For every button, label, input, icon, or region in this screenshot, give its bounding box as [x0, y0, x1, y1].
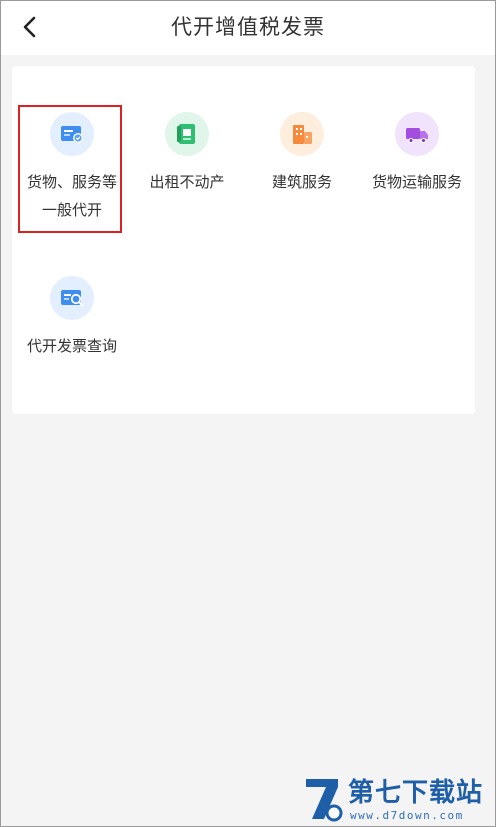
building-icon: [293, 125, 312, 144]
icon-badge: [50, 276, 94, 320]
service-general-invoice[interactable]: 货物、服务等一般代开: [16, 102, 128, 224]
service-invoice-query[interactable]: 代开发票查询: [16, 266, 128, 360]
service-label: 货物运输服务: [371, 173, 462, 191]
service-freight[interactable]: 货物运输服务: [361, 102, 473, 196]
icon-badge: [165, 112, 209, 156]
icon-badge: [280, 112, 324, 156]
watermark-title: 第七下载站: [348, 778, 484, 808]
service-label: 货物、服务等一般代开: [26, 173, 117, 219]
top-bar: 代开增值税发票: [1, 1, 495, 55]
icon-badge: [50, 112, 94, 156]
service-label: 建筑服务: [271, 173, 332, 191]
invoice-card-icon: [61, 126, 83, 143]
property-book-icon: [177, 124, 195, 144]
service-label: 代开发票查询: [26, 337, 117, 355]
invoice-search-icon: [61, 290, 84, 307]
service-label: 出租不动产: [149, 173, 225, 191]
truck-icon: [406, 128, 428, 143]
service-grid: 货物、服务等一般代开 出租不动产 建筑服务 货物运输服务 代开发票查询: [12, 66, 475, 414]
watermark-url: www.d7down.com: [350, 809, 464, 822]
page-title: 代开增值税发票: [171, 15, 325, 39]
service-rent-property[interactable]: 出租不动产: [131, 102, 243, 196]
service-construction[interactable]: 建筑服务: [246, 102, 358, 196]
d7down-logo-icon: [306, 779, 343, 822]
icon-badge: [395, 112, 439, 156]
site-watermark: 第七下载站 www.d7down.com: [300, 775, 490, 825]
